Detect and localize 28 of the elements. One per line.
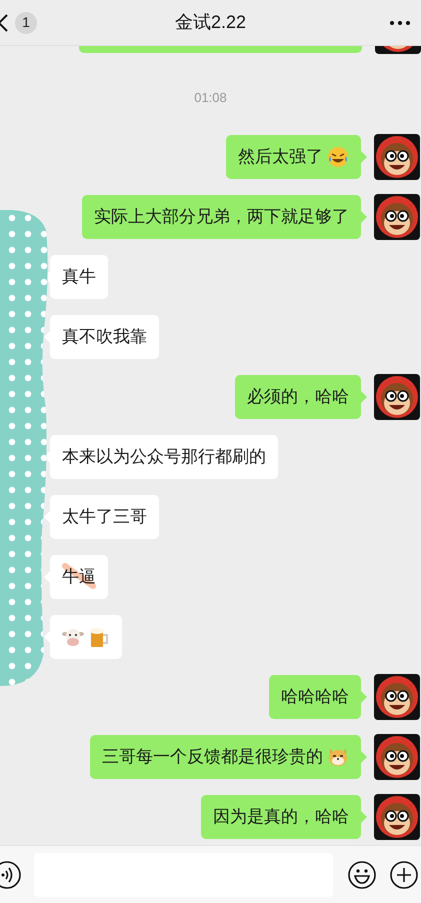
cartoon-avatar-icon <box>374 134 420 180</box>
message-text: 牛逼 <box>62 564 96 590</box>
message-text: 真牛 <box>62 266 96 288</box>
timestamp: 01:08 <box>194 89 227 107</box>
message-text: 太牛了三哥 <box>62 506 147 528</box>
plus-icon[interactable] <box>389 860 419 890</box>
laughing-face-icon <box>327 146 349 168</box>
cartoon-avatar-icon <box>374 794 420 840</box>
message-text: 然后太强了 <box>238 146 323 168</box>
dog-face-icon <box>327 746 349 768</box>
cartoon-avatar-icon <box>374 734 420 780</box>
message-text: 因为是真的，哈哈 <box>213 806 349 828</box>
unread-count: 1 <box>15 12 37 34</box>
message-text: 本来以为公众号那行都刷的 <box>62 446 266 468</box>
beer-mug-icon <box>88 626 110 648</box>
cartoon-avatar-icon <box>374 674 420 720</box>
cartoon-avatar-icon <box>374 194 420 240</box>
message-text: 真不吹我靠 <box>62 326 147 348</box>
message-text: 哈哈哈哈 <box>281 686 349 708</box>
emoji-icon[interactable] <box>347 860 377 890</box>
message-text: 三哥每一个反馈都是很珍贵的 <box>102 746 323 768</box>
back-icon[interactable] <box>0 12 9 32</box>
cartoon-avatar-icon <box>374 374 420 420</box>
message-text: 必须的，哈哈 <box>247 386 349 408</box>
chat-title: 金试2.22 <box>174 11 246 34</box>
more-icon[interactable] <box>389 20 411 26</box>
voice-icon[interactable] <box>0 860 22 890</box>
message-text: 实际上大部分兄弟，两下就足够了 <box>94 206 349 228</box>
